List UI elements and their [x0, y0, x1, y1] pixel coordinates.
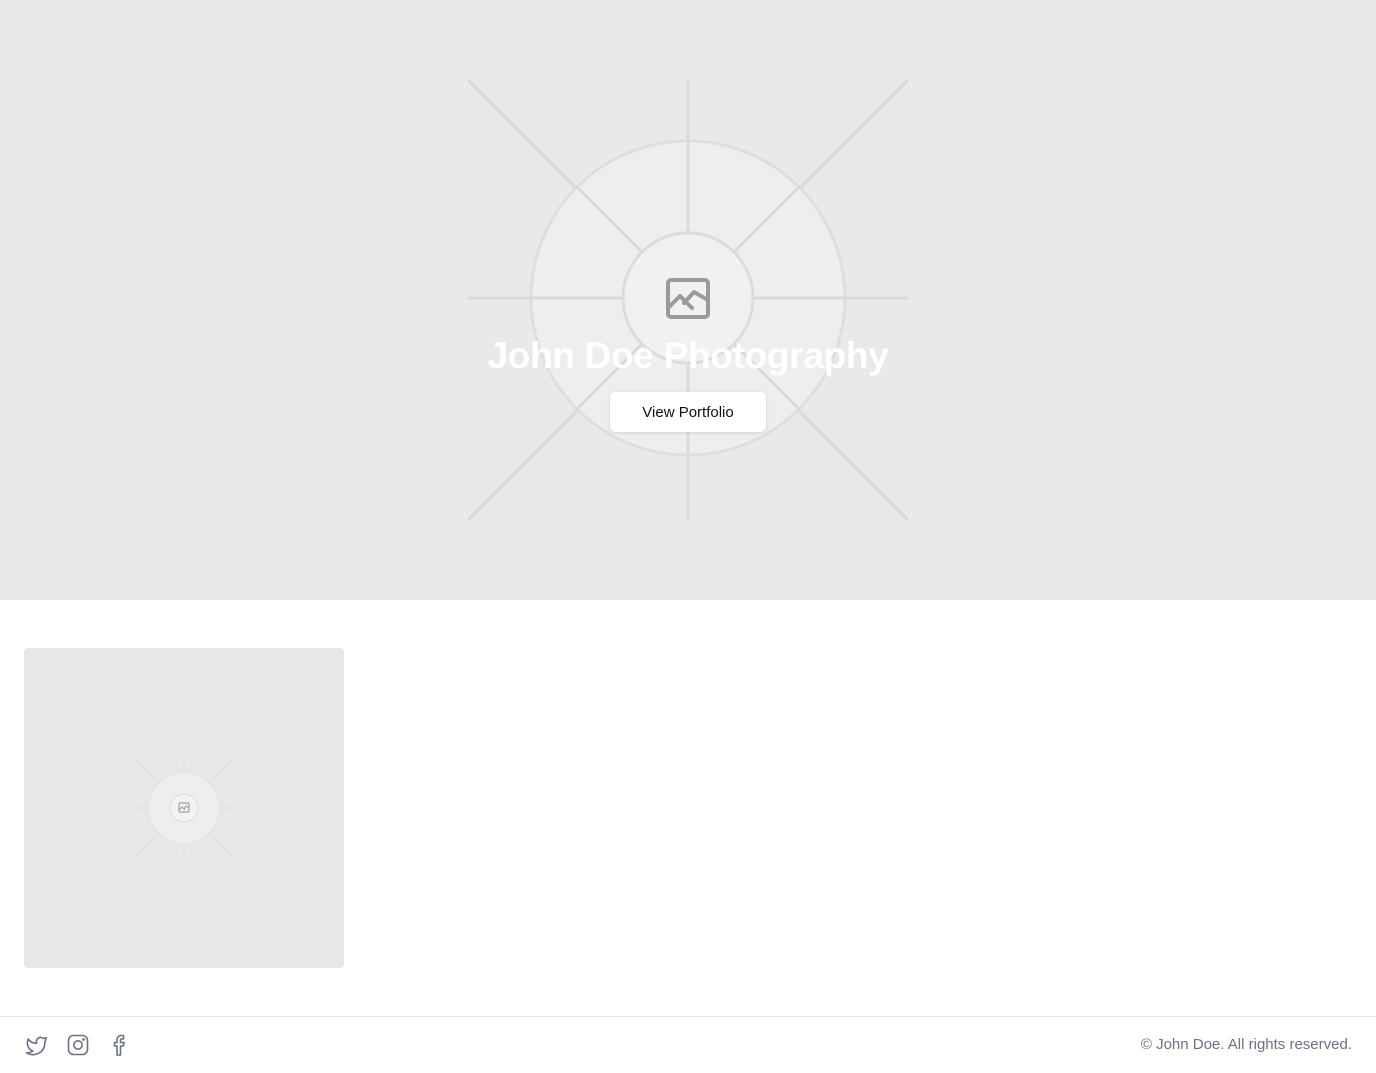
page-title: John Doe Photography: [487, 335, 889, 376]
instagram-icon: [67, 1034, 89, 1056]
footer: © John Doe. All rights reserved.: [0, 1016, 1376, 1073]
instagram-link[interactable]: [66, 1033, 90, 1057]
gallery: [24, 648, 344, 968]
image-placeholder-icon: [134, 758, 234, 858]
image-placeholder-icon: [468, 80, 908, 520]
facebook-link[interactable]: [108, 1033, 132, 1057]
view-portfolio-button[interactable]: View Portfolio: [610, 392, 766, 432]
gallery-item[interactable]: [24, 648, 344, 968]
twitter-icon: [25, 1036, 47, 1056]
hero-section: John Doe Photography View Portfolio: [0, 0, 1376, 600]
copyright-text: © John Doe. All rights reserved.: [1140, 1036, 1352, 1053]
twitter-link[interactable]: [24, 1033, 48, 1057]
facebook-icon: [113, 1034, 125, 1056]
social-links: [24, 1033, 132, 1057]
